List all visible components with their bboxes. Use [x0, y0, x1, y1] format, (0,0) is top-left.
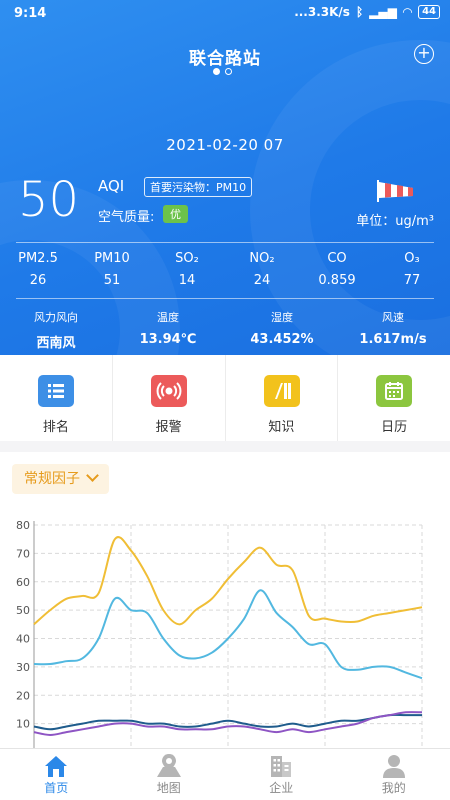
weather-humidity: 湿度 43.452%: [232, 309, 332, 347]
book-icon: [263, 375, 300, 407]
calendar-button[interactable]: 日历: [338, 355, 450, 441]
pollutant-value: 0.859: [318, 273, 356, 288]
chevron-down-icon: [86, 469, 99, 482]
weather-wind-speed: 风速 1.617m/s: [343, 309, 443, 347]
observation-datetime: 2021-02-20 07: [166, 136, 284, 154]
y-tick-label: 10: [16, 718, 30, 731]
weather-name: 风力风向: [34, 311, 78, 324]
home-icon: [45, 756, 68, 777]
action-label: 排名: [42, 420, 69, 435]
pollutant-name: NO₂: [249, 251, 275, 266]
factor-label: 常规因子: [24, 471, 80, 487]
pollutant-name: SO₂: [175, 251, 199, 266]
quick-actions: 排名 报警 知识 日历: [0, 355, 450, 441]
weather-name: 风速: [382, 311, 404, 324]
status-indicators: ...3.3K/s ᛒ ▂▄▆ ◠ 44: [294, 5, 440, 19]
y-tick-label: 80: [16, 519, 30, 532]
ranking-button[interactable]: 排名: [0, 355, 113, 441]
y-tick-label: 50: [16, 604, 30, 617]
page-indicator: [213, 68, 232, 75]
bluetooth-icon: ᛒ: [355, 5, 364, 19]
weather-name: 温度: [157, 311, 179, 324]
trend-chart: 10 20 30 40 50 60 70 80: [16, 519, 423, 751]
pollutant-value: 26: [29, 273, 47, 288]
station-title[interactable]: 联合路站: [0, 44, 450, 69]
chart-panel: 常规因子 10 20 30 40 50 60 70 80: [0, 452, 450, 751]
air-quality-badge: 优: [163, 205, 188, 223]
action-label: 知识: [268, 420, 295, 435]
divider: [16, 242, 434, 243]
wifi-icon: ◠: [402, 5, 413, 19]
status-bar: 9:14 ...3.3K/s ᛒ ▂▄▆ ◠ 44: [0, 0, 450, 28]
tab-home[interactable]: 首页: [0, 749, 113, 800]
pollutant-value: 51: [103, 273, 121, 288]
weather-value: 13.94℃: [139, 332, 197, 347]
status-time: 9:14: [14, 6, 47, 21]
pollutant-name: CO: [327, 251, 347, 266]
pollutant-name: O₃: [404, 251, 420, 266]
aqi-value: 50: [18, 172, 80, 228]
weather-value: 43.452%: [250, 332, 314, 347]
station-header: 9:14 ...3.3K/s ᛒ ▂▄▆ ◠ 44 联合路站 + 2021-02…: [0, 0, 450, 355]
tab-label: 企业: [269, 781, 294, 795]
weather-name: 湿度: [271, 311, 293, 324]
action-label: 报警: [155, 420, 182, 435]
knowledge-button[interactable]: 知识: [226, 355, 339, 441]
add-station-button[interactable]: +: [414, 44, 434, 64]
alarm-button[interactable]: 报警: [113, 355, 226, 441]
weather-value: 西南风: [36, 336, 76, 351]
network-speed: ...3.3K/s: [294, 5, 350, 19]
bottom-tab-bar: 首页 地图 企业 我的: [0, 748, 450, 800]
tab-label: 首页: [44, 781, 69, 795]
app-screen: 9:14 ...3.3K/s ᛒ ▂▄▆ ◠ 44 联合路站 + 2021-02…: [0, 0, 450, 800]
air-quality-label: 空气质量:: [98, 210, 155, 225]
tab-label: 地图: [156, 781, 181, 795]
y-tick-label: 60: [16, 576, 30, 589]
weather-value: 1.617m/s: [359, 332, 427, 347]
tab-map[interactable]: 地图: [113, 749, 226, 800]
alarm-icon: [150, 375, 187, 407]
pollutant-co: CO 0.859: [302, 251, 372, 288]
pollutant-pm10: PM10 51: [77, 251, 147, 288]
weather-wind-direction: 风力风向 西南风: [6, 309, 106, 351]
y-tick-label: 20: [16, 689, 30, 702]
pollutant-name: PM10: [94, 251, 130, 266]
pollutant-no2: NO₂ 24: [227, 251, 297, 288]
tab-profile[interactable]: 我的: [338, 749, 450, 800]
pollutant-so2: SO₂ 14: [152, 251, 222, 288]
factor-dropdown[interactable]: 常规因子: [12, 464, 109, 494]
tab-enterprise[interactable]: 企业: [225, 749, 338, 800]
plus-icon: +: [417, 43, 431, 62]
y-tick-label: 40: [16, 633, 30, 646]
signal-icon: ▂▄▆: [369, 5, 397, 19]
windsock-icon: [377, 180, 413, 202]
pollutant-value: 14: [178, 273, 196, 288]
primary-pollutant-badge: 首要污染物：PM10: [144, 177, 253, 197]
divider: [16, 298, 434, 299]
map-icon: [156, 754, 181, 777]
pollutant-value: 77: [403, 273, 421, 288]
calendar-icon: [376, 375, 413, 407]
page-dot-active: [213, 68, 220, 75]
y-tick-label: 30: [16, 661, 30, 674]
weather-temperature: 温度 13.94℃: [118, 309, 218, 347]
action-label: 日历: [381, 420, 408, 435]
user-icon: [382, 755, 405, 778]
y-tick-label: 70: [16, 547, 30, 560]
aqi-label: AQI: [98, 177, 125, 195]
tab-label: 我的: [381, 781, 406, 795]
pollutant-pm25: PM2.5 26: [3, 251, 73, 288]
background-decoration: [250, 40, 450, 355]
pollutant-o3: O₃ 77: [377, 251, 447, 288]
pollutant-name: PM2.5: [18, 251, 58, 266]
pollutant-value: 24: [253, 273, 271, 288]
page-dot: [225, 68, 232, 75]
list-icon: [38, 375, 74, 407]
battery-icon: 44: [418, 5, 440, 19]
unit-label: 单位：ug/m³: [356, 214, 434, 229]
building-icon: [271, 756, 292, 777]
